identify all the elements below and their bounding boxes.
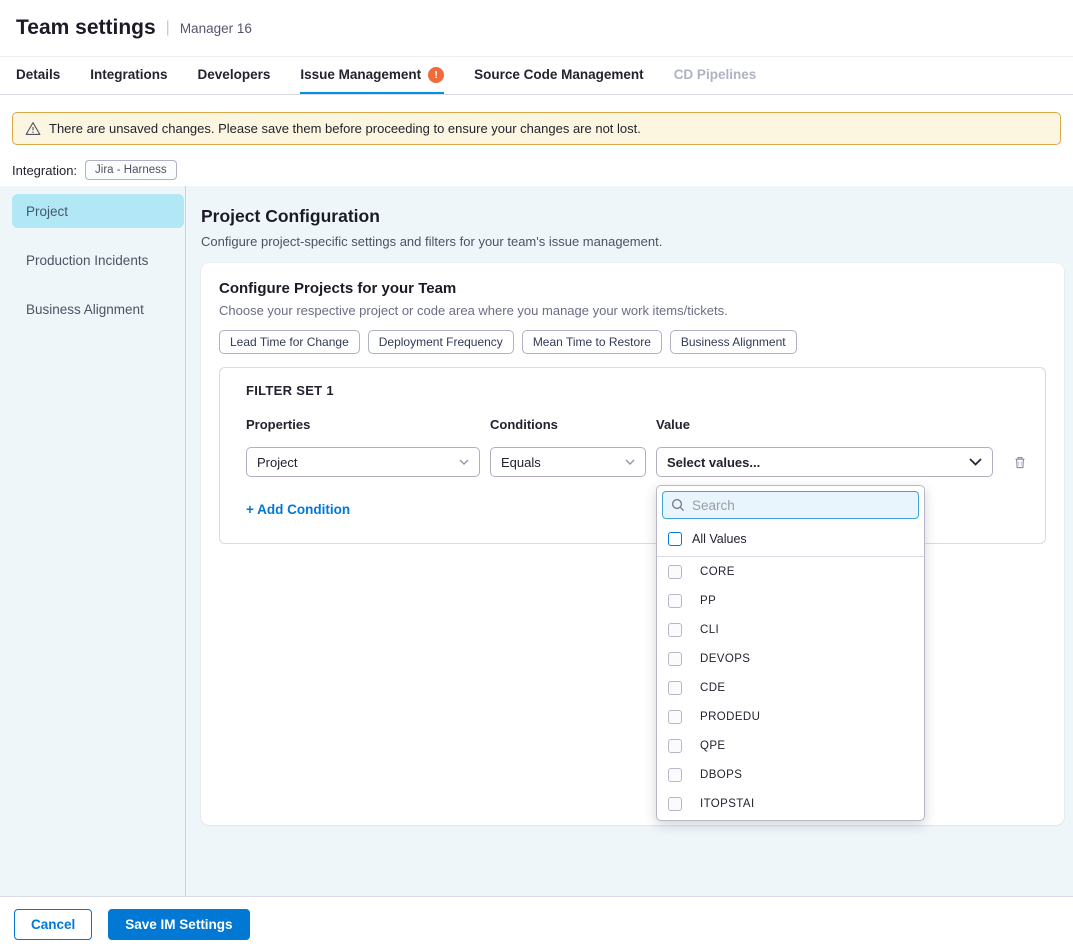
option-checkbox[interactable]	[668, 623, 682, 637]
value-dropdown-panel: All Values CORE PP CLI DEVOPS CDE PRODED…	[656, 485, 925, 821]
filter-set-title: FILTER SET 1	[246, 383, 1019, 398]
sidebar-item-project[interactable]: Project	[12, 194, 184, 228]
tab-issue-management[interactable]: Issue Management !	[300, 57, 444, 94]
section-title: Project Configuration	[201, 206, 1064, 227]
footer-action-bar: Cancel Save IM Settings	[0, 896, 1073, 951]
warning-triangle-icon	[25, 121, 41, 136]
column-label-value: Value	[656, 417, 993, 432]
unsaved-changes-badge-icon: !	[428, 67, 444, 83]
all-values-label: All Values	[692, 532, 747, 546]
property-select[interactable]: Project	[246, 447, 480, 477]
delete-filter-row-button[interactable]	[1003, 447, 1027, 477]
tab-details[interactable]: Details	[16, 57, 60, 94]
option-cli[interactable]: CLI	[657, 615, 924, 644]
card-subtitle: Choose your respective project or code a…	[219, 303, 1046, 318]
dropdown-search-box	[662, 491, 919, 519]
sidebar-item-production-incidents[interactable]: Production Incidents	[0, 243, 185, 277]
add-condition-button[interactable]: + Add Condition	[246, 502, 350, 517]
tag-business-alignment: Business Alignment	[670, 330, 797, 354]
option-checkbox[interactable]	[668, 710, 682, 724]
team-settings-page: Team settings | Manager 16 Details Integ…	[0, 0, 1073, 951]
option-checkbox[interactable]	[668, 565, 682, 579]
option-checkbox[interactable]	[668, 681, 682, 695]
condition-select[interactable]: Equals	[490, 447, 646, 477]
option-dbops[interactable]: DBOPS	[657, 760, 924, 789]
banner-text: There are unsaved changes. Please save t…	[49, 121, 641, 136]
content-area: Project Production Incidents Business Al…	[0, 186, 1073, 896]
option-checkbox[interactable]	[668, 768, 682, 782]
column-label-properties: Properties	[246, 417, 480, 432]
tab-developers[interactable]: Developers	[198, 57, 271, 94]
value-multiselect[interactable]: Select values...	[656, 447, 993, 477]
tab-source-code-management[interactable]: Source Code Management	[474, 57, 644, 94]
configure-projects-card: Configure Projects for your Team Choose …	[201, 263, 1064, 825]
project-options-list: CORE PP CLI DEVOPS CDE PRODEDU QPE DBOPS…	[657, 557, 924, 821]
option-checkbox[interactable]	[668, 797, 682, 811]
card-title: Configure Projects for your Team	[219, 280, 1046, 297]
option-checkbox[interactable]	[668, 739, 682, 753]
cancel-button[interactable]: Cancel	[14, 909, 92, 940]
option-devops[interactable]: DEVOPS	[657, 644, 924, 673]
tab-cd-pipelines: CD Pipelines	[674, 57, 757, 94]
tag-deployment-frequency: Deployment Frequency	[368, 330, 514, 354]
settings-tab-bar: Details Integrations Developers Issue Ma…	[0, 57, 1073, 95]
option-checkbox[interactable]	[668, 594, 682, 608]
page-title: Team settings	[16, 16, 156, 40]
option-pp[interactable]: PP	[657, 586, 924, 615]
integration-row: Integration: Jira - Harness	[12, 160, 1061, 180]
column-label-conditions: Conditions	[490, 417, 646, 432]
chevron-down-icon	[625, 459, 635, 465]
unsaved-changes-banner: There are unsaved changes. Please save t…	[12, 112, 1061, 145]
save-im-settings-button[interactable]: Save IM Settings	[108, 909, 249, 940]
option-qpe[interactable]: QPE	[657, 731, 924, 760]
page-header: Team settings | Manager 16	[0, 0, 1073, 57]
search-icon	[671, 498, 685, 512]
option-core[interactable]: CORE	[657, 557, 924, 586]
option-pipe[interactable]: PIPE	[657, 818, 924, 821]
config-sidebar: Project Production Incidents Business Al…	[0, 186, 186, 896]
all-values-option[interactable]: All Values	[657, 524, 924, 557]
filter-set-1: FILTER SET 1 Properties Conditions Value…	[219, 367, 1046, 544]
sidebar-item-business-alignment[interactable]: Business Alignment	[0, 292, 185, 326]
option-prodedu[interactable]: PRODEDU	[657, 702, 924, 731]
tab-integrations[interactable]: Integrations	[90, 57, 167, 94]
option-itopstai[interactable]: ITOPSTAI	[657, 789, 924, 818]
chevron-down-icon	[969, 458, 982, 466]
option-checkbox[interactable]	[668, 652, 682, 666]
title-divider: |	[166, 19, 170, 37]
team-name: Manager 16	[180, 21, 252, 36]
integration-label: Integration:	[12, 163, 77, 178]
option-cde[interactable]: CDE	[657, 673, 924, 702]
tag-mean-time-to-restore: Mean Time to Restore	[522, 330, 662, 354]
filter-grid: Properties Conditions Value Project Equa…	[246, 417, 1019, 477]
search-input[interactable]	[692, 498, 910, 513]
main-panel: Project Configuration Configure project-…	[186, 186, 1073, 896]
integration-chip[interactable]: Jira - Harness	[85, 160, 177, 180]
all-values-checkbox[interactable]	[668, 532, 682, 546]
metric-tags-row: Lead Time for Change Deployment Frequenc…	[219, 330, 1046, 354]
section-subtitle: Configure project-specific settings and …	[201, 234, 1064, 249]
trash-icon	[1013, 455, 1027, 470]
chevron-down-icon	[459, 459, 469, 465]
tag-lead-time-for-change: Lead Time for Change	[219, 330, 360, 354]
